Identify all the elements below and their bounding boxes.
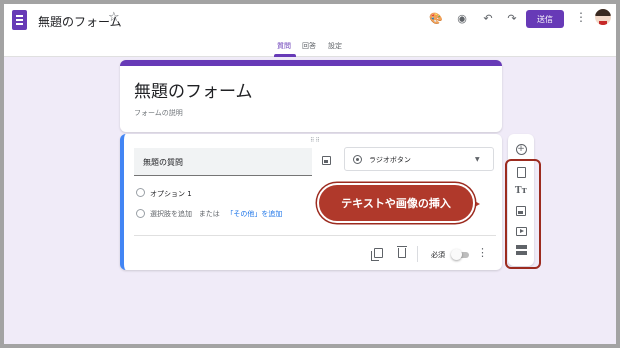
star-icon[interactable]: ☆ [108, 10, 120, 25]
form-title-card[interactable]: 無題のフォーム フォームの説明 [120, 60, 502, 132]
tab-responses[interactable]: 回答 [302, 41, 316, 51]
add-option-link[interactable]: 選択肢を追加 [150, 210, 192, 218]
top-bar: 無題のフォーム ☆ 🎨 ◉ ↶ ↷ 送信 ⋮ 質問 回答 設定 [4, 4, 616, 57]
add-other-link[interactable]: 「その他」を追加 [226, 210, 282, 218]
add-image-icon[interactable] [322, 156, 331, 165]
preview-eye-icon[interactable]: ◉ [454, 10, 470, 26]
form-heading[interactable]: 無題のフォーム [134, 77, 253, 102]
tab-questions[interactable]: 質問 [277, 41, 291, 51]
add-option-radio-icon [136, 209, 145, 218]
radio-button-icon [353, 155, 362, 164]
dropdown-arrow-icon: ▼ [475, 156, 480, 163]
undo-icon[interactable]: ↶ [480, 10, 496, 26]
question-title-field[interactable]: 無題の質問 [134, 148, 312, 176]
duplicate-icon[interactable] [371, 248, 383, 261]
send-button[interactable]: 送信 [526, 10, 564, 28]
required-label: 必須 [431, 251, 445, 259]
question-type-label: ラジオボタン [369, 156, 411, 164]
tab-settings[interactable]: 設定 [328, 41, 342, 51]
more-options-icon[interactable]: ⋮ [575, 10, 587, 24]
redo-icon[interactable]: ↷ [504, 10, 520, 26]
option-radio-icon [136, 188, 145, 197]
footer-separator [417, 246, 418, 262]
active-tab-indicator [274, 54, 296, 57]
question-more-icon[interactable]: ⋮ [477, 246, 488, 259]
forms-logo-icon[interactable] [12, 10, 27, 30]
or-text: または [198, 210, 220, 218]
app-window: 無題のフォーム ☆ 🎨 ◉ ↶ ↷ 送信 ⋮ 質問 回答 設定 無題のフォーム … [4, 4, 616, 344]
add-question-icon[interactable]: + [514, 142, 528, 156]
avatar[interactable] [595, 9, 611, 25]
annotation-highlight [505, 159, 541, 269]
drag-handle-icon[interactable]: ⠿⠿ [310, 137, 321, 144]
palette-icon[interactable]: 🎨 [428, 10, 444, 26]
option-1-field[interactable]: オプション 1 [150, 189, 192, 199]
delete-icon[interactable] [397, 246, 407, 258]
annotation-callout: テキストや画像の挿入 [317, 183, 475, 223]
required-toggle-thumb[interactable] [451, 249, 462, 260]
card-divider [134, 235, 496, 236]
add-option-row: 選択肢を追加 または 「その他」を追加 [150, 209, 282, 219]
form-description-field[interactable]: フォームの説明 [134, 108, 183, 118]
question-type-select[interactable]: ラジオボタン ▼ [344, 147, 494, 171]
